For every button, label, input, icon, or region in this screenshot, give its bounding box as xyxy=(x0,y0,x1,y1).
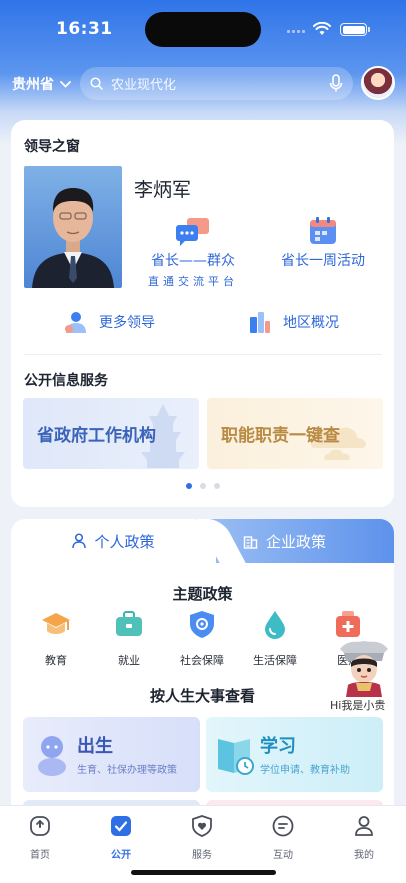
theme-policy-title: 主题政策 xyxy=(172,585,233,603)
feature-label: 省长——群众 xyxy=(151,253,235,269)
policy-tabs: 个人政策 企业政策 xyxy=(11,519,394,563)
building-icon xyxy=(243,535,258,549)
leader-window-title: 领导之窗 xyxy=(24,139,80,155)
link-label: 地区概况 xyxy=(283,315,339,331)
divider xyxy=(24,354,382,355)
theme-employment[interactable]: 就业 xyxy=(99,609,159,668)
carousel-dot[interactable] xyxy=(213,483,220,489)
water-drop-icon xyxy=(265,611,285,639)
wifi-icon xyxy=(313,22,331,35)
chevron-down-icon xyxy=(60,80,71,88)
life-event-birth[interactable]: 出生 生育、社保办理等政策 xyxy=(23,717,200,792)
theme-living-security[interactable]: 生活保障 xyxy=(245,609,305,668)
governor-weekly-activity[interactable]: 省长一周活动 xyxy=(277,216,369,270)
gov-agencies-tile[interactable]: 省政府工作机构 xyxy=(23,398,199,469)
baby-icon xyxy=(38,736,66,776)
check-square-icon xyxy=(111,816,131,836)
more-leaders-link[interactable]: 更多领导 xyxy=(63,309,155,335)
home-indicator xyxy=(131,870,276,875)
chat-icon xyxy=(272,815,294,837)
nav-label: 互动 xyxy=(273,850,293,861)
link-label: 更多领导 xyxy=(99,315,155,331)
nav-service[interactable]: 服务 xyxy=(172,814,232,861)
heart-shield-icon xyxy=(192,815,212,837)
feature-label: 省长一周活动 xyxy=(281,253,365,269)
theme-label: 就业 xyxy=(118,654,140,667)
life-event-sub: 学位申请、教育补助 xyxy=(260,765,350,776)
carousel-dot[interactable] xyxy=(199,483,206,489)
theme-label: 社会保障 xyxy=(180,654,224,667)
theme-social-security[interactable]: 社会保障 xyxy=(172,609,232,668)
governor-public-platform[interactable]: 省长——群众 直通交流平台 xyxy=(148,216,238,289)
life-event-title: 学习 xyxy=(260,736,296,757)
search-input[interactable]: 农业现代化 xyxy=(80,67,353,100)
search-placeholder: 农业现代化 xyxy=(111,78,177,93)
nav-label: 首页 xyxy=(30,850,50,861)
tab-personal-policy[interactable]: 个人政策 xyxy=(11,519,216,563)
status-time: 16:31 xyxy=(56,19,113,39)
carousel-indicator xyxy=(11,483,394,489)
carousel-dot-active[interactable] xyxy=(185,483,192,489)
nav-interaction[interactable]: 互动 xyxy=(253,814,313,861)
status-bar: 16:31 xyxy=(0,0,406,60)
assistant-mascot[interactable] xyxy=(334,635,394,697)
functions-lookup-tile[interactable]: 职能职责一键查 xyxy=(207,398,383,469)
life-event-title: 出生 xyxy=(77,736,113,757)
tile-label: 省政府工作机构 xyxy=(37,426,156,446)
microphone-icon[interactable] xyxy=(329,74,343,93)
nav-label: 我的 xyxy=(354,850,374,861)
assistant-label[interactable]: Hi我是小贵 xyxy=(330,697,385,713)
theme-label: 生活保障 xyxy=(253,654,297,667)
shield-icon xyxy=(190,611,214,638)
calendar-icon xyxy=(310,217,336,244)
home-icon xyxy=(30,816,50,836)
signal-icon xyxy=(287,27,307,33)
buildings-icon xyxy=(250,312,270,333)
leader-card: 领导之窗 李炳军 省长——群众 直通交流平台 省长一周活动 更多领导 地区概况 … xyxy=(11,120,394,507)
nav-label: 公开 xyxy=(111,850,131,861)
region-overview-link[interactable]: 地区概况 xyxy=(247,309,339,335)
nav-label: 服务 xyxy=(192,850,212,861)
battery-icon xyxy=(340,23,370,36)
tab-label: 企业政策 xyxy=(266,532,327,551)
leader-name[interactable]: 李炳军 xyxy=(134,175,191,202)
tab-enterprise-policy[interactable]: 企业政策 xyxy=(243,519,326,563)
briefcase-icon xyxy=(116,611,142,636)
nav-public[interactable]: 公开 xyxy=(91,814,151,861)
region-selector[interactable]: 贵州省 xyxy=(12,74,71,94)
life-event-sub: 生育、社保办理等政策 xyxy=(77,765,177,776)
leader-photo[interactable] xyxy=(24,166,122,288)
nav-home[interactable]: 首页 xyxy=(10,814,70,861)
theme-education[interactable]: 教育 xyxy=(26,609,86,668)
tab-label: 个人政策 xyxy=(94,532,155,551)
chat-bubbles-icon xyxy=(176,218,209,246)
user-icon xyxy=(355,816,373,836)
nav-mine[interactable]: 我的 xyxy=(334,814,394,861)
graduation-cap-icon xyxy=(42,613,70,634)
tile-label: 职能职责一键查 xyxy=(221,426,340,446)
avatar[interactable] xyxy=(361,66,395,100)
search-icon xyxy=(90,77,103,90)
dynamic-island xyxy=(145,12,261,47)
theme-label: 教育 xyxy=(45,654,67,667)
feature-sub: 直通交流平台 xyxy=(148,275,238,288)
region-label: 贵州省 xyxy=(12,77,54,93)
top-header: 贵州省 农业现代化 xyxy=(0,64,406,104)
life-event-study[interactable]: 学习 学位申请、教育补助 xyxy=(206,717,383,792)
book-clock-icon xyxy=(218,739,254,775)
person-icon xyxy=(65,312,86,333)
public-info-title: 公开信息服务 xyxy=(24,373,108,389)
person-outline-icon xyxy=(72,533,87,549)
